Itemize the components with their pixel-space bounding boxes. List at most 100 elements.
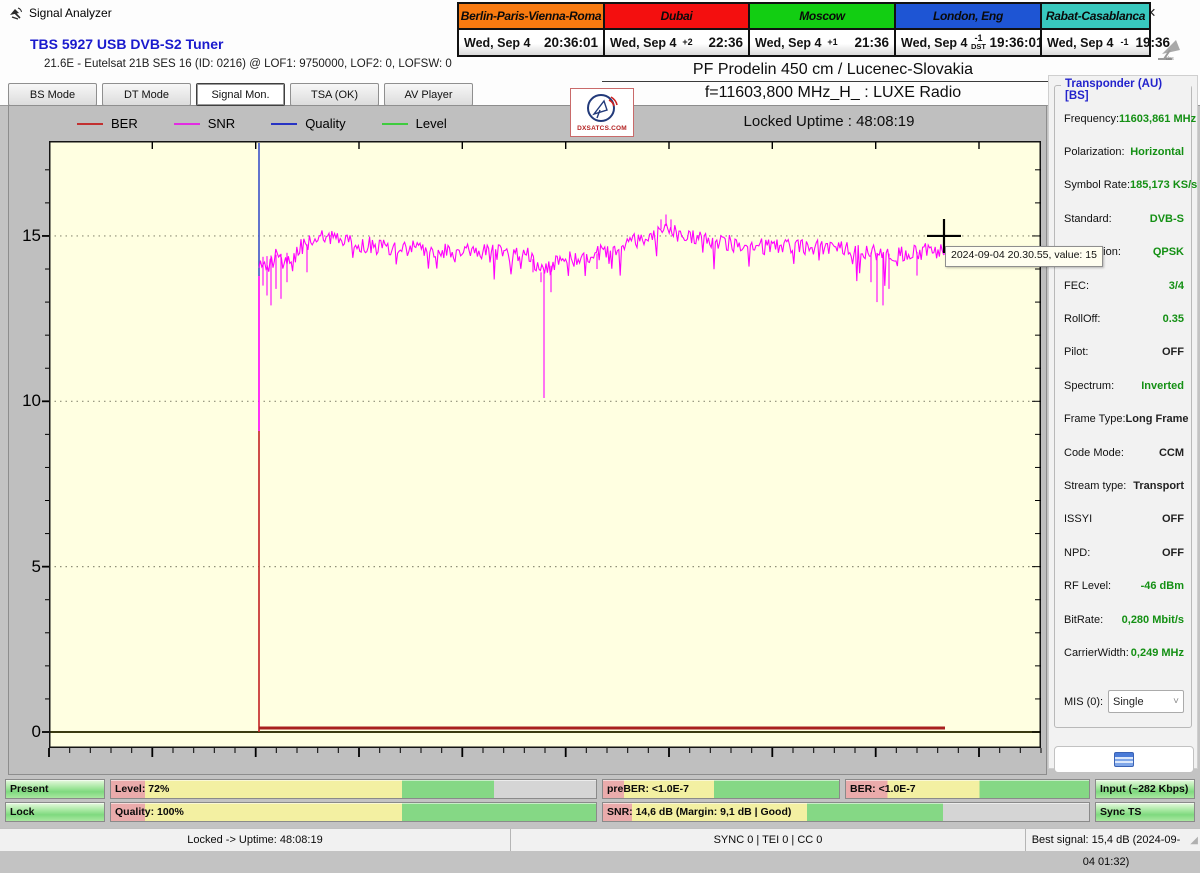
transponder-row-label: Standard:: [1064, 213, 1112, 225]
clock-time: 19:36:01: [989, 35, 1043, 50]
tab-dt-mode[interactable]: DT Mode: [102, 83, 191, 106]
transponder-row-value: QPSK: [1153, 246, 1184, 258]
preber-meter: preBER: <1.0E-7: [602, 779, 840, 799]
legend-item-ber: BER: [77, 116, 138, 131]
y-tick-label: 15: [15, 226, 41, 246]
preber-label: preBER: <1.0E-7: [607, 780, 689, 798]
transponder-row: Frequency:11603,861 MHz: [1064, 102, 1184, 135]
tab-tsa-ok-[interactable]: TSA (OK): [290, 83, 379, 106]
dxsatcs-logo: DXSATCS.COM: [570, 88, 634, 137]
level-meter: Level: 72%: [110, 779, 597, 799]
transponder-row-label: Polarization:: [1064, 146, 1125, 158]
legend-label: BER: [111, 116, 138, 131]
transponder-row: Frame Type:Long Frame: [1064, 403, 1184, 436]
lock-label: Lock: [10, 803, 35, 821]
clock-city-label: Rabat-Casablanca: [1042, 4, 1149, 30]
app-satellite-icon: [8, 6, 23, 21]
sidebar-save-button[interactable]: [1054, 746, 1194, 773]
chart-panel: Locked Uptime : 48:08:19 BERSNRQualityLe…: [8, 105, 1047, 775]
transponder-row-value: CCM: [1159, 447, 1184, 459]
chart-legend: BER SNR Quality Level: [77, 116, 447, 131]
tab-bs-mode[interactable]: BS Mode: [8, 83, 97, 106]
transponder-row: Spectrum:Inverted: [1064, 369, 1184, 402]
clock-time-row: Wed, Sep 4-119:36: [1042, 30, 1149, 55]
sync-ts-label: Sync TS: [1100, 803, 1141, 821]
dxsatcs-logo-text: DXSATCS.COM: [577, 125, 627, 132]
transponder-rows: Frequency:11603,861 MHzPolarization:Hori…: [1064, 102, 1184, 670]
transponder-groupbox: Transponder (AU) [BS] Frequency:11603,86…: [1054, 85, 1192, 728]
transponder-row-label: FEC:: [1064, 280, 1089, 292]
plot-area[interactable]: [49, 141, 1041, 748]
transponder-row-value: OFF: [1162, 346, 1184, 358]
y-tick-label: 0: [15, 722, 41, 742]
mis-label: MIS (0):: [1064, 696, 1103, 708]
clock-time-row: Wed, Sep 4 20:36:01: [459, 30, 603, 55]
transponder-row: RF Level: -46 dBm: [1064, 569, 1184, 602]
clock-date: Wed, Sep 4: [755, 36, 821, 50]
transponder-row-value: 0,249 MHz: [1131, 647, 1184, 659]
clock-city-label: London, Eng: [896, 4, 1040, 30]
clock-utc-offset: -1: [1117, 38, 1131, 47]
legend-swatch-icon: [271, 123, 297, 125]
clock-date: Wed, Sep 4: [901, 36, 967, 50]
chevron-down-icon: ˅: [1173, 696, 1179, 707]
transponder-row: NPD: OFF: [1064, 536, 1184, 569]
clock-date: Wed, Sep 4: [464, 36, 530, 50]
transponder-row-label: BitRate:: [1064, 614, 1103, 626]
transponder-row: Pilot:OFF: [1064, 336, 1184, 369]
svg-text:dxs: dxs: [1166, 56, 1174, 62]
present-label: Present: [10, 780, 49, 798]
y-tick-label: 5: [15, 557, 41, 577]
transponder-group-title: Transponder (AU) [BS]: [1061, 78, 1191, 102]
legend-label: SNR: [208, 116, 235, 131]
transponder-row-label: CarrierWidth:: [1064, 647, 1129, 659]
transponder-row: Standard:DVB-S: [1064, 202, 1184, 235]
statusbar-uptime: Locked -> Uptime: 48:08:19: [0, 829, 511, 851]
statusbar-best-signal: Best signal: 15,4 dB (2024-09-04 01:32): [1026, 829, 1186, 851]
mis-selected-value: Single: [1113, 696, 1144, 708]
clock-utc-offset: -1DST: [971, 34, 985, 51]
legend-item-quality: Quality: [271, 116, 345, 131]
frequency-service-line: f=11603,800 MHz_H_ : LUXE Radio: [602, 84, 1064, 102]
tab-signal-mon-[interactable]: Signal Mon.: [196, 83, 285, 106]
ber-label: BER: <1.0E-7: [850, 780, 916, 798]
clock-cell: Moscow Wed, Sep 4 +1 21:36: [750, 4, 896, 55]
device-subtitle: 21.6E - Eutelsat 21B SES 16 (ID: 0216) @…: [44, 58, 452, 70]
clock-time: 20:36:01: [544, 35, 598, 50]
clock-utc-offset: +1: [825, 38, 839, 47]
clock-cell: Berlin-Paris-Vienna-Roma Wed, Sep 4 20:36:…: [459, 4, 605, 55]
transponder-row-value: 11603,861 MHz: [1119, 113, 1196, 125]
records-icon: [1114, 752, 1134, 767]
transponder-row-value: 185,173 KS/s: [1130, 179, 1197, 191]
clock-cell: DubaiWed, Sep 4+222:36: [605, 4, 750, 55]
transponder-row-value: 3/4: [1169, 280, 1184, 292]
legend-swatch-icon: [174, 123, 200, 125]
resize-grip-icon[interactable]: ◢: [1190, 835, 1198, 846]
site-line: PF Prodelin 450 cm / Lucenec-Slovakia: [602, 61, 1064, 82]
transponder-row-value: OFF: [1162, 547, 1184, 559]
legend-item-snr: SNR: [174, 116, 235, 131]
transponder-row-value: -46 dBm: [1141, 580, 1184, 592]
clock-cell: Rabat-CasablancaWed, Sep 4-119:36: [1042, 4, 1149, 55]
input-rate-indicator: Input (~282 Kbps): [1095, 779, 1195, 799]
mis-select[interactable]: Single ˅: [1108, 690, 1184, 713]
legend-item-level: Level: [382, 116, 447, 131]
tab-av-player[interactable]: AV Player: [384, 83, 473, 106]
transponder-row-label: RF Level:: [1064, 580, 1111, 592]
clock-time: 22:36: [708, 35, 743, 50]
input-rate-label: Input (~282 Kbps): [1100, 780, 1188, 798]
clock-time: 21:36: [854, 35, 889, 50]
sync-ts-indicator: Sync TS: [1095, 802, 1195, 822]
clock-city-label: Berlin-Paris-Vienna-Roma: [459, 4, 603, 30]
world-clock-table: Berlin-Paris-Vienna-Roma Wed, Sep 4 20:36:…: [457, 2, 1151, 57]
level-label: Level: 72%: [115, 780, 169, 798]
transponder-row: Symbol Rate:185,173 KS/s: [1064, 169, 1184, 202]
transponder-row: Stream type:Transport: [1064, 469, 1184, 502]
clock-city-label: Moscow: [750, 4, 894, 30]
clock-city-label: Dubai: [605, 4, 748, 30]
chart-tooltip: 2024-09-04 20.30.55, value: 15: [945, 246, 1103, 267]
transponder-row-value: 0,280 Mbit/s: [1122, 614, 1184, 626]
transponder-row-label: NPD:: [1064, 547, 1090, 559]
transponder-row-value: Long Frame: [1126, 413, 1189, 425]
clock-date: Wed, Sep 4: [1047, 36, 1113, 50]
